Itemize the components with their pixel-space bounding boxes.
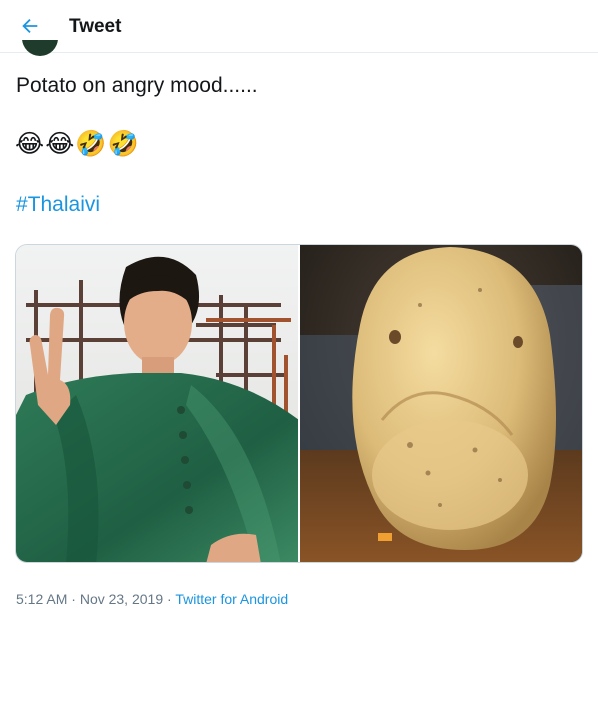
arrow-left-icon (22, 18, 38, 34)
tweet-header: Tweet (0, 0, 598, 53)
meta-separator: · (71, 591, 76, 607)
page-title: Tweet (69, 16, 122, 37)
tweet-emojis: 😂😂🤣🤣 (15, 129, 140, 158)
meta-separator: · (167, 591, 172, 607)
hashtag-link[interactable]: #Thalaivi (16, 191, 100, 219)
media-image-left[interactable] (16, 245, 298, 562)
woman-green-saree-photo (16, 245, 298, 562)
tweet-source-link[interactable]: Twitter for Android (175, 591, 288, 607)
tweet-date[interactable]: Nov 23, 2019 (80, 591, 163, 607)
tweet-text: Potato on angry mood...... (16, 74, 258, 97)
tweet-meta: 5:12 AM · Nov 23, 2019 · Twitter for And… (16, 590, 288, 608)
tweet-time[interactable]: 5:12 AM (16, 591, 67, 607)
back-button[interactable] (14, 10, 46, 42)
media-image-right[interactable] (300, 245, 582, 562)
potato-sad-face-photo (300, 245, 582, 562)
avatar[interactable] (22, 40, 58, 56)
tweet-media (15, 244, 583, 563)
